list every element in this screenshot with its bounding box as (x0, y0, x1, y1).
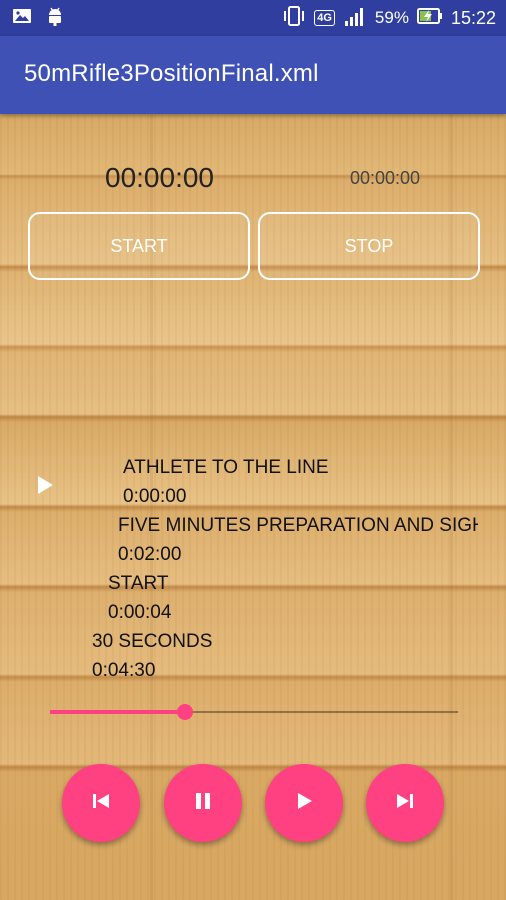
event-time: 0:04:30 (92, 660, 156, 681)
start-button[interactable]: START (28, 212, 250, 280)
network-type-badge: 4G (314, 10, 335, 26)
event-time: 0:02:00 (118, 544, 182, 565)
event-label[interactable]: START (108, 573, 169, 595)
gallery-notification-icon (12, 7, 32, 30)
battery-percent: 59% (374, 8, 409, 27)
event-time: 0:00:00 (123, 486, 187, 507)
skip-next-icon (394, 790, 416, 817)
event-label[interactable]: FIVE MINUTES PREPARATION AND SIGHTING (118, 515, 478, 537)
seek-progress (50, 710, 185, 714)
app-bar: 50mRifle3PositionFinal.xml (0, 36, 506, 114)
clock: 15:22 (450, 7, 496, 28)
main-timer: 00:00:00 (105, 162, 214, 193)
battery-charging-icon (416, 6, 443, 31)
seek-thumb[interactable] (176, 704, 193, 720)
play-icon (293, 790, 315, 817)
event-label[interactable]: 30 SECONDS (92, 631, 212, 653)
pause-icon (192, 790, 214, 817)
seek-bar[interactable] (50, 702, 458, 722)
signal-icon (343, 5, 367, 32)
skip-previous-icon (90, 790, 112, 817)
event-time: 0:00:04 (108, 602, 172, 623)
current-event-play-icon (38, 476, 53, 494)
stop-button[interactable]: STOP (258, 212, 480, 280)
app-title: 50mRifle3PositionFinal.xml (24, 60, 319, 87)
next-button[interactable] (366, 764, 444, 842)
vibrate-icon (282, 5, 306, 32)
event-label[interactable]: ATHLETE TO THE LINE (123, 457, 329, 479)
android-notification-icon (46, 6, 64, 31)
secondary-timer: 00:00:00 (350, 168, 421, 188)
previous-button[interactable] (62, 764, 140, 842)
status-bar: 4G 59% 15:22 (0, 0, 506, 36)
play-button[interactable] (265, 764, 343, 842)
pause-button[interactable] (164, 764, 242, 842)
